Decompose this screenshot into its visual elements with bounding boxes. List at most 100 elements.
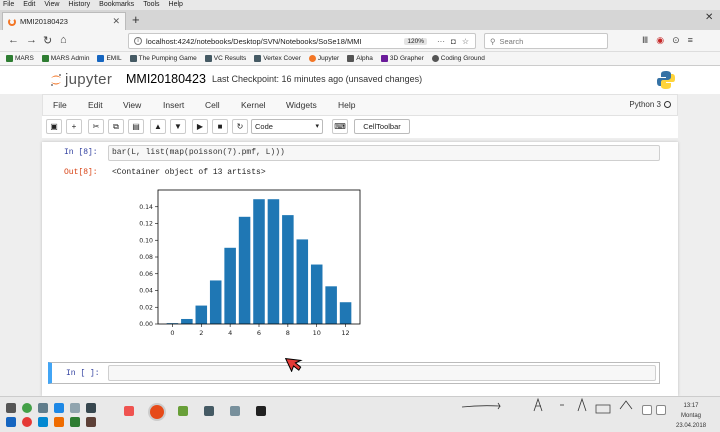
url-text[interactable]: localhost:4242/notebooks/Desktop/SVN/Not… [146, 37, 362, 46]
bookmark-jupyter[interactable]: Jupyter [308, 55, 339, 62]
app-icon[interactable] [230, 406, 240, 416]
y-tick-label: 0.04 [139, 288, 153, 295]
menu-history[interactable]: History [68, 0, 90, 10]
bookmark-emil[interactable]: EMIL [97, 55, 122, 62]
favicon-icon [41, 55, 49, 62]
search-input[interactable]: ⚲ Search [484, 33, 608, 49]
menu-bookmarks[interactable]: Bookmarks [99, 0, 134, 10]
bookmark-vc-results[interactable]: VC Results [204, 55, 246, 62]
bookmark-pumping-game[interactable]: The Pumping Game [129, 55, 197, 62]
command-palette-icon[interactable]: ⌨ [332, 119, 348, 134]
app-icon[interactable] [70, 417, 80, 427]
reload-icon[interactable]: ↻ [43, 34, 52, 47]
notification-icon[interactable] [642, 405, 652, 415]
sync-icon[interactable]: ⊙ [672, 35, 680, 46]
app-icon[interactable] [86, 403, 96, 413]
menu-tools[interactable]: Tools [143, 0, 159, 10]
pocket-icon[interactable]: ◘ [451, 37, 456, 46]
menu-file[interactable]: File [3, 0, 14, 10]
move-down-icon[interactable]: ▼ [170, 119, 186, 134]
jupyter-menu-help[interactable]: Help [338, 100, 355, 110]
hamburger-menu-icon[interactable]: ≡ [688, 35, 693, 46]
app-icon[interactable] [6, 417, 16, 427]
url-bar[interactable]: i localhost:4242/notebooks/Desktop/SVN/N… [128, 33, 476, 49]
window-close-icon[interactable]: ✕ [705, 12, 717, 24]
paint-icon[interactable] [124, 406, 134, 416]
volume-icon[interactable] [656, 405, 666, 415]
copy-icon[interactable]: ⧉ [108, 119, 124, 134]
app-icon[interactable] [86, 417, 96, 427]
zoom-level[interactable]: 120% [404, 37, 427, 45]
jupyter-menu-edit[interactable]: Edit [88, 100, 103, 110]
insert-cell-icon[interactable]: + [66, 119, 82, 134]
favicon-icon [431, 55, 439, 62]
jupyter-logo[interactable]: jupyter [50, 71, 112, 88]
x-tick-label: 6 [257, 329, 261, 337]
bookmark-3d-grapher[interactable]: 3D Grapher [380, 55, 424, 62]
system-clock[interactable]: 13:17 Montag 23.04.2018 [676, 401, 706, 431]
app-icon[interactable] [204, 406, 214, 416]
app-icon[interactable] [178, 406, 188, 416]
back-icon[interactable]: ← [8, 34, 19, 46]
menu-edit[interactable]: Edit [23, 0, 35, 10]
x-tick-label: 10 [313, 329, 321, 337]
start-icon[interactable] [6, 403, 16, 413]
app-icon[interactable] [54, 403, 64, 413]
forward-icon[interactable]: → [26, 34, 37, 46]
app-icon[interactable] [54, 417, 64, 427]
chrome-icon[interactable] [22, 403, 32, 413]
y-tick-label: 0.08 [139, 254, 153, 261]
bookmark-vertex-cover[interactable]: Vertex Cover [254, 55, 301, 62]
active-code-cell[interactable]: In [ ]: [48, 362, 660, 384]
new-tab-button[interactable]: + [132, 12, 140, 27]
shield-icon[interactable]: ◉ [656, 35, 664, 46]
menu-view[interactable]: View [44, 0, 59, 10]
celltoolbar-button[interactable]: CellToolbar [354, 119, 410, 134]
info-icon[interactable]: i [134, 37, 142, 45]
favicon-icon [308, 55, 316, 62]
jupyter-menu-view[interactable]: View [123, 100, 141, 110]
output-prompt: Out[8]: [64, 168, 98, 177]
app-icon[interactable] [22, 417, 32, 427]
x-tick-label: 12 [341, 329, 349, 337]
library-icon[interactable]: Ⅲ [642, 35, 648, 46]
help-icon[interactable] [256, 406, 266, 416]
more-icon[interactable]: ··· [437, 37, 445, 46]
bookmark-mars-admin[interactable]: MARS Admin [41, 55, 89, 62]
app-icon[interactable] [70, 403, 80, 413]
clock-date: 23.04.2018 [676, 423, 707, 429]
jupyter-menu-insert[interactable]: Insert [163, 100, 184, 110]
bookmark-star-icon[interactable]: ☆ [462, 37, 469, 46]
jupyter-menu-kernel[interactable]: Kernel [241, 100, 266, 110]
browser-tab[interactable]: MMI20180423 ✕ [2, 12, 126, 30]
paste-icon[interactable]: ▤ [128, 119, 144, 134]
firefox-icon[interactable] [150, 405, 164, 419]
code-cell-input[interactable] [108, 365, 656, 381]
favicon-icon [254, 55, 262, 62]
app-icon[interactable] [38, 403, 48, 413]
move-up-icon[interactable]: ▲ [150, 119, 166, 134]
code-cell-input[interactable]: bar(L, list(map(poisson(7).pmf, L))) [108, 145, 660, 161]
interrupt-icon[interactable]: ■ [212, 119, 228, 134]
jupyter-menu-widgets[interactable]: Widgets [286, 100, 317, 110]
save-icon[interactable]: ▣ [46, 119, 62, 134]
restart-icon[interactable]: ↻ [232, 119, 248, 134]
menu-help[interactable]: Help [169, 0, 183, 10]
cell-type-select[interactable]: Code ▾ [251, 119, 323, 134]
browser-menubar: File Edit View History Bookmarks Tools H… [0, 0, 720, 10]
run-icon[interactable]: ▶ [192, 119, 208, 134]
chart-bar [339, 302, 352, 324]
bookmark-mars[interactable]: MARS [6, 55, 34, 62]
bookmark-alpha[interactable]: Alpha [347, 55, 373, 62]
app-icon[interactable] [38, 417, 48, 427]
close-icon[interactable]: ✕ [112, 16, 120, 27]
input-prompt: In [8]: [64, 148, 98, 157]
notebook-name[interactable]: MMI20180423 [126, 72, 206, 86]
jupyter-menu-file[interactable]: File [53, 100, 67, 110]
home-icon[interactable]: ⌂ [60, 34, 67, 46]
bookmark-coding-ground[interactable]: Coding Ground [431, 55, 485, 62]
cut-icon[interactable]: ✂ [88, 119, 104, 134]
jupyter-menu-cell[interactable]: Cell [205, 100, 220, 110]
x-tick-label: 0 [170, 329, 174, 337]
y-tick-label: 0.00 [139, 321, 153, 328]
